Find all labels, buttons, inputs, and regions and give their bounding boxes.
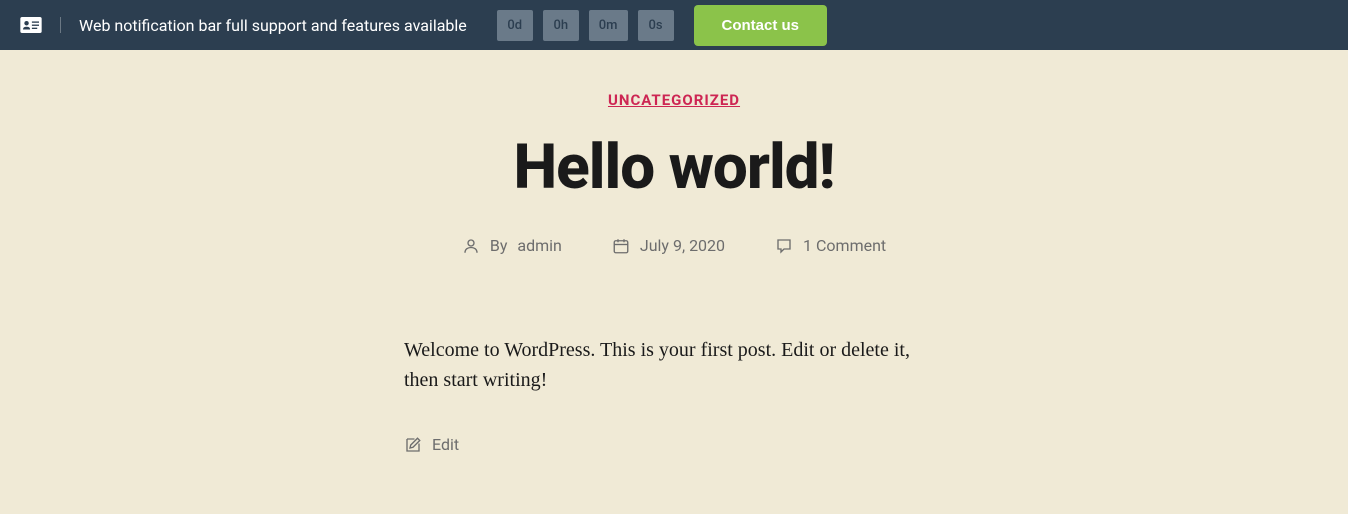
content-area: UNCATEGORIZED Hello world! By admin July… xyxy=(0,50,1348,514)
notification-text: Web notification bar full support and fe… xyxy=(79,16,467,35)
category-row: UNCATEGORIZED xyxy=(0,90,1348,109)
person-icon xyxy=(462,237,480,255)
notification-icon-wrap xyxy=(20,17,61,33)
post-meta: By admin July 9, 2020 1 Comment xyxy=(0,236,1348,255)
edit-link[interactable]: Edit xyxy=(432,435,459,454)
meta-comments: 1 Comment xyxy=(775,236,886,255)
comments-link[interactable]: 1 Comment xyxy=(803,236,886,255)
countdown: 0d 0h 0m 0s xyxy=(497,10,674,41)
post-body: Welcome to WordPress. This is your first… xyxy=(384,335,964,454)
edit-icon xyxy=(404,436,422,454)
date-link[interactable]: July 9, 2020 xyxy=(640,236,725,255)
notification-bar: Web notification bar full support and fe… xyxy=(0,0,1348,50)
meta-date: July 9, 2020 xyxy=(612,236,725,255)
countdown-seconds: 0s xyxy=(638,10,674,41)
post-content: Welcome to WordPress. This is your first… xyxy=(404,335,944,395)
countdown-hours: 0h xyxy=(543,10,579,41)
comment-icon xyxy=(775,237,793,255)
meta-author: By admin xyxy=(462,236,562,255)
id-card-icon xyxy=(20,17,42,33)
contact-us-button[interactable]: Contact us xyxy=(694,5,828,46)
post-title: Hello world! xyxy=(0,131,1348,204)
countdown-minutes: 0m xyxy=(589,10,628,41)
countdown-days: 0d xyxy=(497,10,533,41)
edit-row: Edit xyxy=(404,435,944,454)
category-link[interactable]: UNCATEGORIZED xyxy=(608,91,740,109)
by-label: By xyxy=(490,236,508,255)
author-link[interactable]: admin xyxy=(517,236,561,255)
calendar-icon xyxy=(612,237,630,255)
